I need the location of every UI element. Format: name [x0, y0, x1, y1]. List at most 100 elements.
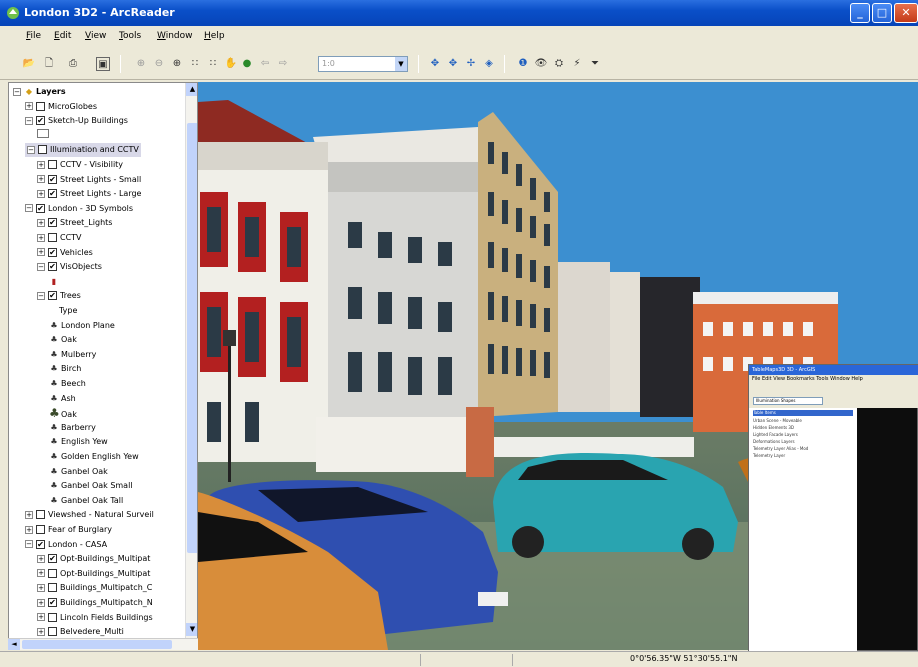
expand-icon[interactable]: + [37, 569, 45, 578]
toc-row[interactable]: − ✔ Sketch-Up Buildings [25, 114, 128, 128]
expand-icon[interactable]: + [37, 218, 45, 227]
toc-row[interactable]: ▮ [49, 275, 61, 289]
hyperlink-icon[interactable]: ⚡ [570, 57, 584, 71]
back-icon[interactable]: ⇦ [258, 57, 272, 71]
expand-icon[interactable]: + [25, 510, 33, 519]
layer-visibility-checkbox[interactable]: ✔ [48, 174, 57, 184]
toc-row[interactable]: + ✔ Opt-Buildings_Multipat [37, 552, 150, 566]
toc-row[interactable]: ♣Oak [49, 406, 77, 420]
toc-row[interactable]: + ✔ Street_Lights [37, 216, 112, 230]
collapse-icon[interactable]: − [37, 262, 45, 271]
toc-row[interactable]: ♣Oak [49, 333, 76, 347]
scale-combo[interactable]: 1:0 ▼ [318, 56, 408, 72]
zoom-out-icon[interactable]: ⊖ [152, 57, 166, 71]
scroll-thumb[interactable] [187, 123, 197, 553]
layer-visibility-checkbox[interactable] [36, 525, 45, 534]
layer-visibility-checkbox[interactable]: ✔ [36, 539, 45, 549]
expand-icon[interactable]: + [25, 525, 33, 534]
fixed-zoom-in-icon[interactable]: ∷ [188, 57, 202, 71]
layer-visibility-checkbox[interactable]: ✔ [36, 116, 45, 126]
expand-icon[interactable]: + [37, 613, 45, 622]
fixed-zoom-out-icon[interactable]: ∷ [206, 57, 220, 71]
layer-visibility-checkbox[interactable]: ✔ [48, 598, 57, 607]
pan-icon[interactable]: ✋ [224, 57, 238, 71]
maximize-button[interactable]: □ [872, 3, 892, 23]
fly-icon[interactable]: ✥ [446, 57, 460, 71]
scroll-up-icon[interactable]: ▲ [186, 83, 197, 96]
toc-row[interactable]: + ✔ Buildings_Multipatch_N [37, 596, 153, 610]
expand-icon[interactable]: + [37, 598, 45, 607]
toc-row[interactable]: + ✔ Street Lights - Large [37, 187, 141, 201]
toc-row[interactable]: + CCTV - Visibility [37, 158, 123, 172]
toc-row[interactable]: − Illumination and CCTV [25, 143, 141, 158]
expand-icon[interactable]: + [37, 160, 45, 169]
toc-row[interactable]: ♣ Ganbel Oak Small [49, 479, 132, 493]
toc-row[interactable]: + ✔ Street Lights - Small [37, 173, 141, 187]
collapse-icon[interactable]: − [25, 204, 33, 213]
toc-row[interactable]: + ✔ Vehicles [37, 246, 93, 260]
toc-row[interactable]: − ✔ VisObjects [37, 260, 102, 274]
toc-row[interactable]: ♣ London Plane [49, 319, 114, 333]
print-icon[interactable]: ⎙ [66, 57, 80, 71]
navigate-icon[interactable]: ✥ [428, 57, 442, 71]
collapse-icon[interactable]: − [37, 291, 45, 300]
layer-visibility-checkbox[interactable]: ✔ [48, 189, 57, 199]
toc-horizontal-scrollbar[interactable]: ◄ [8, 638, 198, 650]
toc-row[interactable]: + Fear of Burglary [25, 523, 112, 537]
expand-icon[interactable]: + [37, 248, 45, 257]
center-target-icon[interactable]: ✢ [464, 57, 478, 71]
layer-visibility-checkbox[interactable]: ✔ [48, 291, 57, 301]
menu-window[interactable]: Window [157, 31, 193, 41]
layer-visibility-checkbox[interactable] [48, 568, 57, 578]
toc-row[interactable]: + Buildings_Multipatch_C [37, 581, 152, 595]
page-setup-icon[interactable]: 🗋 [42, 57, 56, 71]
collapse-icon[interactable]: − [25, 540, 33, 549]
toc-row[interactable]: ♣ Mulberry [49, 348, 96, 362]
hscroll-thumb[interactable] [22, 640, 172, 649]
toc-row[interactable]: − ✔ London - CASA [25, 538, 107, 552]
find-icon[interactable]: 👁 [534, 57, 548, 71]
layer-visibility-checkbox[interactable] [48, 583, 57, 593]
menu-view[interactable]: View [85, 31, 106, 41]
toc-row[interactable]: ♣ Ganbel Oak Tall [49, 494, 123, 508]
toc-row[interactable]: − ◆ Layers [13, 85, 66, 99]
collapse-icon[interactable]: − [13, 87, 21, 96]
toc-row[interactable]: + CCTV [37, 231, 82, 245]
toc-row[interactable]: ♣ Barberry [49, 421, 95, 435]
menu-file[interactable]: File [26, 31, 41, 41]
more-tools-icon[interactable]: ⏷ [588, 57, 602, 71]
toc-row[interactable]: ♣ Ganbel Oak [49, 465, 107, 479]
toc-row[interactable]: ♣ Ash [49, 392, 75, 406]
zoom-in-icon[interactable]: ⊕ [134, 57, 148, 71]
toc-row[interactable]: − ✔ Trees [37, 289, 81, 303]
toc-row[interactable]: + MicroGlobes [25, 100, 97, 114]
scroll-down-icon[interactable]: ▼ [186, 623, 197, 636]
forward-icon[interactable]: ⇨ [276, 57, 290, 71]
toc-row[interactable]: − ✔ London - 3D Symbols [25, 202, 133, 216]
zoom-target-icon[interactable]: ◈ [482, 57, 496, 71]
layer-visibility-checkbox[interactable] [48, 612, 57, 622]
layer-visibility-checkbox[interactable]: ✔ [48, 218, 57, 228]
layer-visibility-checkbox[interactable] [48, 160, 57, 169]
expand-icon[interactable]: + [37, 554, 45, 563]
toc-row[interactable]: ♣ Beech [49, 377, 85, 391]
toc-row[interactable]: ♣ Golden English Yew [49, 450, 138, 464]
layer-visibility-checkbox[interactable] [48, 233, 57, 242]
expand-icon[interactable]: + [25, 102, 33, 111]
menu-help[interactable]: Help [204, 31, 225, 41]
toc-row[interactable]: + Opt-Buildings_Multipat [37, 567, 150, 581]
expand-icon[interactable]: + [37, 627, 45, 636]
expand-icon[interactable]: + [37, 233, 45, 242]
menu-edit[interactable]: Edit [54, 31, 71, 41]
layer-visibility-checkbox[interactable] [36, 510, 45, 520]
expand-icon[interactable]: + [37, 583, 45, 592]
measure-icon[interactable]: ⛭ [552, 57, 566, 71]
layer-visibility-checkbox[interactable] [36, 101, 45, 111]
collapse-icon[interactable]: − [25, 116, 33, 125]
layer-visibility-checkbox[interactable]: ✔ [36, 203, 45, 213]
toc-row[interactable]: + Viewshed - Natural Surveil [25, 508, 154, 522]
fixed-zoom-icon[interactable]: ⊕ [170, 57, 184, 71]
menu-tools[interactable]: Tools [119, 31, 141, 41]
close-button[interactable]: ✕ [894, 3, 918, 23]
layer-visibility-checkbox[interactable]: ✔ [48, 262, 57, 272]
